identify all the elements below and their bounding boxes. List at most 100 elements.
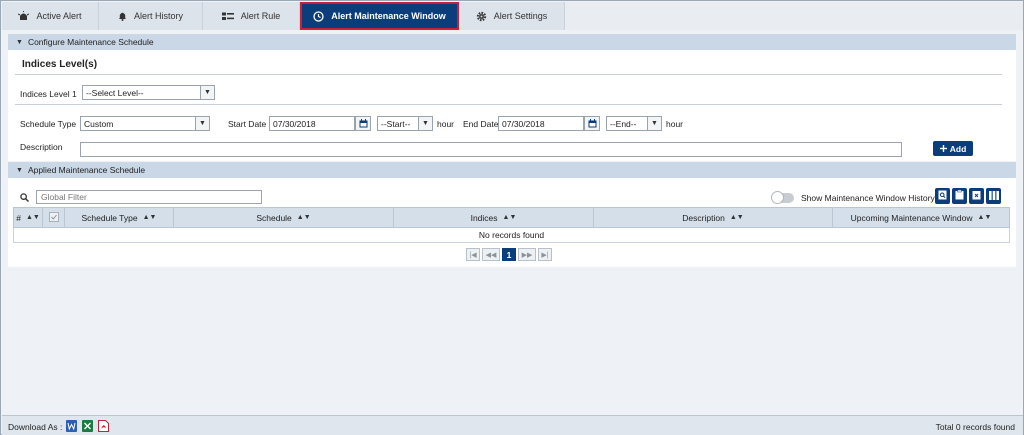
app-frame: Active Alert Alert History Alert Rule Al… xyxy=(0,0,1024,435)
configure-section-header[interactable]: ▼ Configure Maintenance Schedule xyxy=(8,34,1016,50)
column-label: Upcoming Maintenance Window xyxy=(850,212,973,223)
column-header-description[interactable]: Description ▲▼ xyxy=(594,208,833,227)
date-value: 07/30/2018 xyxy=(502,118,545,129)
search-icon xyxy=(20,193,30,204)
tab-label: Alert Settings xyxy=(493,11,548,21)
tab-bar: Active Alert Alert History Alert Rule Al… xyxy=(2,2,1023,30)
section-title: Applied Maintenance Schedule xyxy=(27,165,146,175)
sort-icon: ▲▼ xyxy=(296,214,311,221)
total-records-label: Total 0 records found xyxy=(935,422,1015,432)
schedule-type-select[interactable]: Custom ▼ xyxy=(80,116,210,131)
column-header-number[interactable]: # ▲▼ xyxy=(14,208,43,227)
document-search-icon xyxy=(938,190,947,202)
rule-list-icon xyxy=(221,12,234,21)
select-value: Custom xyxy=(84,118,114,129)
sort-icon: ▲▼ xyxy=(729,214,744,221)
section-title: Configure Maintenance Schedule xyxy=(27,37,154,47)
end-date-label: End Date xyxy=(463,119,499,129)
column-header-indices[interactable]: Indices ▲▼ xyxy=(394,208,594,227)
description-label: Description xyxy=(20,142,63,152)
indices-level-label: Indices Level 1 xyxy=(20,89,77,99)
date-value: 07/30/2018 xyxy=(273,118,316,129)
columns-button[interactable] xyxy=(986,188,1001,204)
alarm-icon xyxy=(18,11,30,21)
description-input[interactable] xyxy=(80,142,902,157)
add-label: Add xyxy=(949,143,967,154)
pdf-icon[interactable] xyxy=(98,420,109,432)
add-button[interactable]: Add xyxy=(933,141,973,156)
history-toggle-label: Show Maintenance Window History xyxy=(801,193,935,203)
sort-icon: ▲▼ xyxy=(502,214,517,221)
gear-icon xyxy=(476,11,487,22)
clipboard-x-icon xyxy=(972,190,981,202)
chevron-down-icon: ▼ xyxy=(200,86,214,99)
end-calendar-icon[interactable] xyxy=(584,116,600,131)
history-toggle[interactable] xyxy=(771,191,794,204)
tab-label: Alert Rule xyxy=(240,11,281,21)
filter-placeholder: Global Filter xyxy=(41,192,87,202)
divider xyxy=(15,74,1002,75)
applied-section-header[interactable]: ▼ Applied Maintenance Schedule xyxy=(8,162,1016,178)
chevron-down-icon: ▼ xyxy=(647,117,661,130)
last-page-icon: ▶| xyxy=(541,251,549,259)
schedule-type-label: Schedule Type xyxy=(20,119,77,129)
indices-level-select[interactable]: --Select Level-- ▼ xyxy=(82,85,215,100)
indices-heading: Indices Level(s) xyxy=(22,59,98,70)
start-calendar-icon[interactable] xyxy=(355,116,371,131)
page-number-button[interactable]: 1 xyxy=(502,248,516,261)
tab-label: Alert Maintenance Window xyxy=(331,11,446,21)
column-header-select-all[interactable] xyxy=(43,208,65,227)
column-header-schedule[interactable]: Schedule ▲▼ xyxy=(174,208,394,227)
global-filter-input[interactable]: Global Filter xyxy=(36,190,262,204)
column-label: # xyxy=(16,212,21,223)
sort-icon: ▲▼ xyxy=(977,214,992,221)
end-hour-select[interactable]: --End-- ▼ xyxy=(606,116,662,131)
tab-alert-settings[interactable]: Alert Settings xyxy=(459,2,565,30)
column-label: Schedule xyxy=(256,212,292,223)
columns-icon xyxy=(988,190,999,202)
clipboard-icon xyxy=(955,189,964,202)
column-label: Indices xyxy=(470,212,498,223)
maintenance-clock-icon xyxy=(313,10,324,22)
chevron-down-icon: ▼ xyxy=(418,117,432,130)
collapse-triangle-icon: ▼ xyxy=(16,166,23,174)
export-view-button[interactable] xyxy=(935,188,950,204)
download-label: Download As : xyxy=(8,422,63,432)
column-header-upcoming-window[interactable]: Upcoming Maintenance Window ▲▼ xyxy=(833,208,1009,227)
tab-label: Alert History xyxy=(133,11,183,21)
tab-alert-maintenance-window[interactable]: Alert Maintenance Window xyxy=(300,2,459,30)
clipboard-button[interactable] xyxy=(952,188,967,204)
start-date-input[interactable]: 07/30/2018 xyxy=(269,116,355,131)
tab-alert-history[interactable]: Alert History xyxy=(99,2,203,30)
tab-active-alert[interactable]: Active Alert xyxy=(2,2,99,30)
column-header-schedule-type[interactable]: Schedule Type ▲▼ xyxy=(65,208,174,227)
previous-page-button[interactable]: ◀◀ xyxy=(482,248,500,261)
last-page-button[interactable]: ▶| xyxy=(538,248,552,261)
word-icon[interactable] xyxy=(66,420,77,432)
empty-table-message: No records found xyxy=(13,228,1010,243)
paginator: |◀ ◀◀ 1 ▶▶ ▶| xyxy=(466,248,552,261)
tab-alert-rule[interactable]: Alert Rule xyxy=(203,2,300,30)
checkbox-icon[interactable] xyxy=(48,211,59,224)
chevron-down-icon: ▼ xyxy=(195,117,209,130)
divider xyxy=(15,104,1002,105)
tab-label: Active Alert xyxy=(36,11,82,21)
select-value: --Select Level-- xyxy=(86,87,144,98)
hour-label: hour xyxy=(666,119,684,129)
select-value: --Start-- xyxy=(381,118,411,129)
toggle-knob xyxy=(771,191,784,204)
next-page-button[interactable]: ▶▶ xyxy=(518,248,536,261)
first-page-icon: |◀ xyxy=(469,251,477,259)
end-date-input[interactable]: 07/30/2018 xyxy=(498,116,584,131)
sort-icon: ▲▼ xyxy=(25,214,40,221)
bell-icon xyxy=(118,11,127,21)
sort-icon: ▲▼ xyxy=(142,214,157,221)
hour-label: hour xyxy=(437,119,455,129)
clear-clipboard-button[interactable] xyxy=(969,188,984,204)
footer-bar: Download As : Total 0 records found xyxy=(2,415,1023,435)
plus-icon xyxy=(939,144,947,154)
first-page-button[interactable]: |◀ xyxy=(466,248,480,261)
excel-icon[interactable] xyxy=(82,420,93,432)
table-header: # ▲▼ Schedule Type ▲▼ Schedule ▲▼ Indice… xyxy=(13,207,1010,228)
start-hour-select[interactable]: --Start-- ▼ xyxy=(377,116,433,131)
